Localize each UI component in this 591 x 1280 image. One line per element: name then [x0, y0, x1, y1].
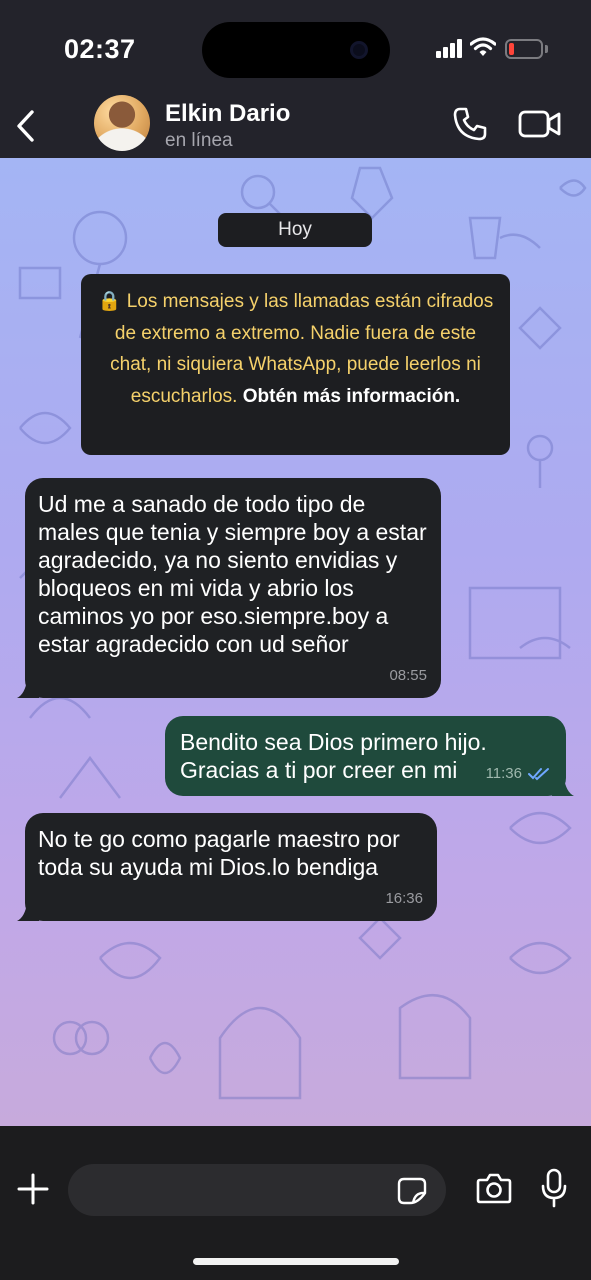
dynamic-island — [202, 22, 390, 78]
composer-bar — [0, 1126, 591, 1280]
front-camera — [350, 41, 368, 59]
status-bar: 02:37 — [0, 0, 591, 96]
microphone-icon[interactable] — [540, 1168, 568, 1208]
wifi-icon — [470, 37, 496, 56]
message-bubble-incoming[interactable]: Ud me a sanado de todo tipo de males que… — [17, 478, 441, 698]
message-text: No te go como pagarle maestro por toda s… — [38, 826, 400, 880]
read-receipt-icon — [528, 768, 549, 781]
battery-level — [509, 43, 514, 55]
bubble-tail — [17, 680, 39, 698]
video-call-icon[interactable] — [518, 108, 562, 140]
message-time: 08:55 — [389, 667, 427, 684]
sticker-icon[interactable] — [397, 1177, 427, 1205]
message-bubble-outgoing[interactable]: Bendito sea Dios primero hijo. Gracias a… — [165, 716, 574, 796]
message-time: 11:36 — [485, 765, 522, 782]
message-input[interactable] — [68, 1164, 446, 1216]
encryption-notice[interactable]: 🔒 Los mensajes y las llamadas están cifr… — [81, 274, 510, 455]
home-indicator[interactable] — [193, 1258, 399, 1265]
contact-avatar[interactable] — [94, 95, 150, 151]
phone-call-icon[interactable] — [452, 106, 488, 142]
message-meta: 16:36 — [385, 885, 423, 913]
plus-icon[interactable] — [16, 1172, 50, 1206]
signal-icon — [436, 39, 462, 58]
status-time: 02:37 — [64, 34, 136, 64]
message-bubble-incoming[interactable]: No te go como pagarle maestro por toda s… — [17, 813, 437, 921]
message-time: 16:36 — [385, 890, 423, 907]
bubble-tail — [552, 778, 574, 796]
message-meta: 08:55 — [389, 662, 427, 690]
message-text: Ud me a sanado de todo tipo de males que… — [38, 491, 427, 657]
chat-area[interactable]: Hoy 🔒 Los mensajes y las llamadas están … — [0, 158, 591, 1126]
bubble-tail — [17, 903, 39, 921]
contact-name[interactable]: Elkin Dario — [165, 100, 290, 128]
encryption-notice-link[interactable]: Obtén más información. — [243, 386, 460, 407]
message-meta: 11:36 — [486, 760, 552, 788]
contact-status: en línea — [165, 130, 233, 151]
lock-icon: 🔒 — [97, 291, 122, 312]
date-chip: Hoy — [218, 213, 372, 247]
battery-icon — [505, 39, 543, 59]
camera-icon[interactable] — [476, 1172, 512, 1204]
back-chevron-icon[interactable] — [12, 108, 42, 144]
chat-header: Elkin Dario en línea — [0, 95, 591, 158]
battery-tip — [545, 45, 548, 53]
